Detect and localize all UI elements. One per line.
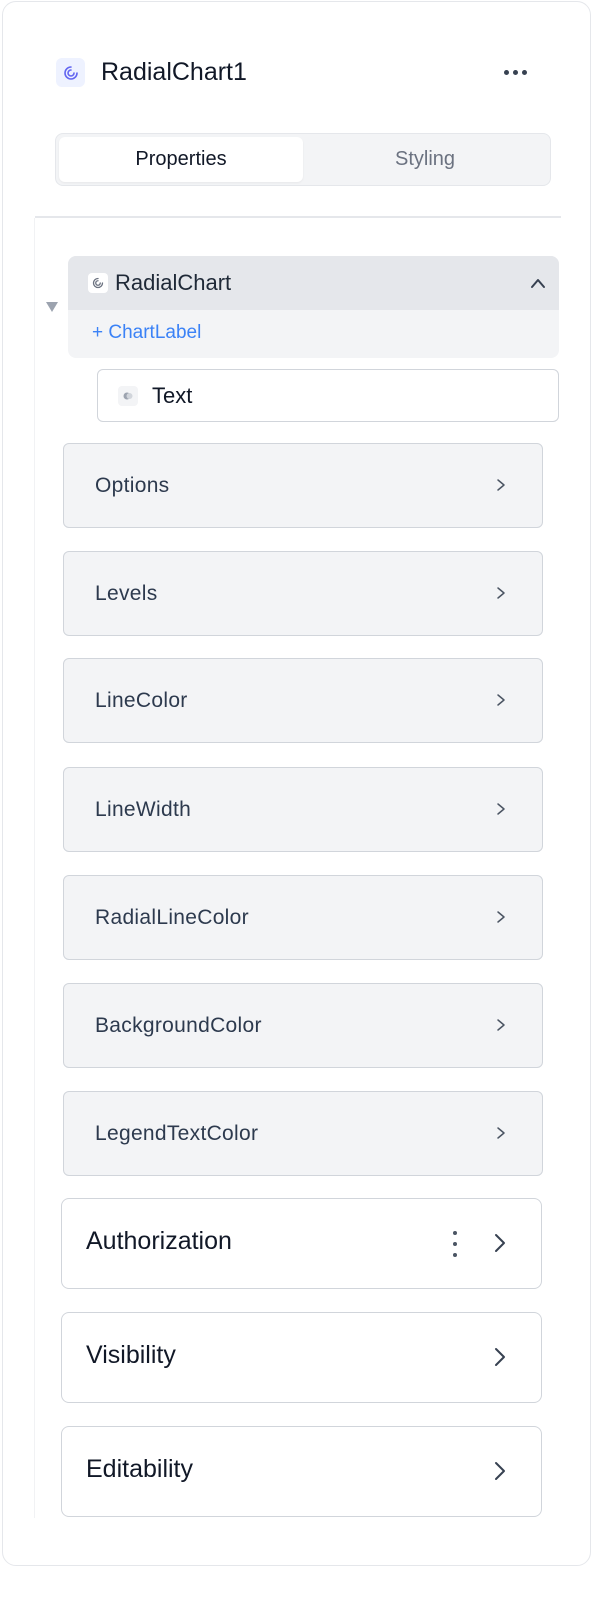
more-options-button[interactable] <box>496 60 534 84</box>
property-label: LegendTextColor <box>95 1121 259 1145</box>
divider <box>35 216 561 218</box>
property-label: Options <box>95 473 170 497</box>
chevron-right-icon <box>496 693 506 712</box>
chevron-right-icon <box>496 478 506 497</box>
chevron-right-icon <box>494 1347 506 1372</box>
component-title: RadialChart1 <box>101 58 247 86</box>
property-linecolor[interactable]: LineColor <box>63 658 543 743</box>
tree-expand-caret-icon[interactable] <box>46 302 58 312</box>
tab-properties[interactable]: Properties <box>59 137 303 182</box>
chevron-up-icon[interactable] <box>530 276 546 294</box>
panel-tabs: Properties Styling <box>55 133 551 186</box>
property-label: LineColor <box>95 688 188 712</box>
tree-node-radialchart: RadialChart + ChartLabel <box>68 256 559 358</box>
tab-styling[interactable]: Styling <box>303 137 547 182</box>
property-levels[interactable]: Levels <box>63 551 543 636</box>
chevron-right-icon <box>496 1126 506 1145</box>
property-options[interactable]: Options <box>63 443 543 528</box>
property-label: RadialLineColor <box>95 905 249 929</box>
section-label: Authorization <box>86 1227 232 1255</box>
tree-guide-line <box>34 218 35 1518</box>
property-label: Levels <box>95 581 158 605</box>
chevron-right-icon <box>496 802 506 821</box>
kebab-menu-icon[interactable] <box>450 1231 460 1257</box>
chevron-right-icon <box>494 1461 506 1486</box>
property-radiallinecolor[interactable]: RadialLineColor <box>63 875 543 960</box>
chevron-right-icon <box>494 1233 506 1258</box>
tree-child-text[interactable]: Text <box>97 369 559 422</box>
property-label: BackgroundColor <box>95 1013 262 1037</box>
section-editability[interactable]: Editability <box>61 1426 542 1517</box>
add-chartlabel-link[interactable]: + ChartLabel <box>92 322 201 344</box>
property-linewidth[interactable]: LineWidth <box>63 767 543 852</box>
chevron-right-icon <box>496 910 506 929</box>
text-component-icon <box>118 385 138 406</box>
tree-child-label: Text <box>152 382 193 408</box>
tree-node-label: RadialChart <box>115 270 232 295</box>
property-backgroundcolor[interactable]: BackgroundColor <box>63 983 543 1068</box>
section-authorization[interactable]: Authorization <box>61 1198 542 1289</box>
property-legendtextcolor[interactable]: LegendTextColor <box>63 1091 543 1176</box>
radial-chart-icon <box>56 58 85 87</box>
tree-node-header[interactable]: RadialChart <box>68 256 559 310</box>
property-label: LineWidth <box>95 797 192 821</box>
section-label: Visibility <box>86 1341 176 1369</box>
chevron-right-icon <box>496 1018 506 1037</box>
section-label: Editability <box>86 1455 193 1483</box>
radial-chart-icon <box>88 273 108 293</box>
more-horizontal-icon <box>503 69 509 75</box>
chevron-right-icon <box>496 586 506 605</box>
section-visibility[interactable]: Visibility <box>61 1312 542 1403</box>
